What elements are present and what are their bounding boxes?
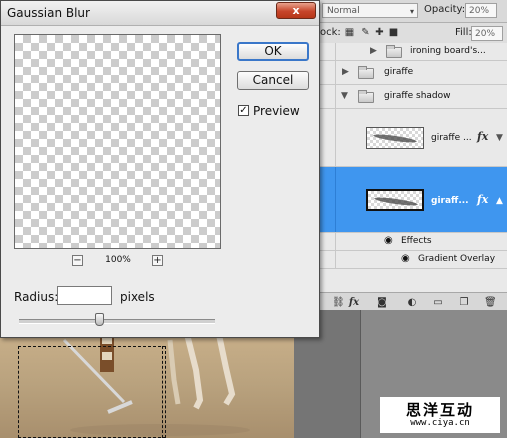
layer-name: ironing board's...: [410, 46, 486, 56]
cancel-button[interactable]: Cancel: [237, 71, 309, 90]
watermark-title: 思洋互动: [405, 401, 474, 419]
opacity-label: Opacity:: [424, 4, 466, 15]
fill-label: Fill:: [455, 27, 472, 38]
layer-row-ironing-board[interactable]: ▶ ironing board's...: [318, 43, 507, 61]
folder-icon: [358, 66, 374, 79]
visibility-toggle[interactable]: [318, 61, 336, 84]
lock-label: ock:: [320, 27, 341, 38]
collapse-triangle-icon[interactable]: ▼: [341, 91, 348, 101]
lock-brush-icon[interactable]: ✎: [360, 27, 371, 38]
gaussian-blur-dialog: Gaussian Blur x − 100% + OK Cancel ✓ Pre…: [0, 0, 320, 338]
lock-all-icon[interactable]: ■: [388, 27, 399, 38]
folder-icon: [358, 90, 374, 103]
preview-checkbox[interactable]: ✓: [238, 105, 249, 116]
layer-name: giraff...: [431, 196, 469, 206]
radius-slider-thumb[interactable]: [94, 313, 104, 326]
layer-name: giraffe shadow: [384, 91, 451, 101]
expand-triangle-icon[interactable]: ▶: [342, 67, 349, 77]
radius-label: Radius:: [14, 290, 59, 304]
zoom-out-button[interactable]: −: [72, 255, 83, 266]
visibility-toggle[interactable]: [318, 251, 336, 268]
blend-mode-value: Normal: [327, 6, 360, 16]
fx-icon[interactable]: fx: [477, 193, 488, 206]
zoom-in-button[interactable]: +: [152, 255, 163, 266]
layers-empty-space: [318, 269, 507, 292]
fill-field[interactable]: 20%: [471, 26, 503, 41]
mask-icon[interactable]: ◙: [376, 297, 388, 309]
selection-marquee-edge: [162, 346, 164, 438]
effects-toggle-icon[interactable]: ▲: [496, 196, 503, 206]
radius-input[interactable]: [57, 286, 112, 305]
blend-mode-select[interactable]: Normal ▾: [322, 3, 418, 18]
preview-area[interactable]: [14, 34, 221, 249]
visibility-toggle[interactable]: [318, 85, 336, 108]
layer-row-giraffe-shadow[interactable]: ▼ giraffe shadow: [318, 85, 507, 109]
layer-name: giraffe: [384, 67, 414, 77]
visibility-toggle[interactable]: [318, 109, 336, 166]
lock-transparency-icon[interactable]: ▦: [344, 27, 355, 38]
layer-name: giraffe ...: [431, 133, 472, 143]
chevron-down-icon: ▾: [409, 7, 414, 16]
eye-icon[interactable]: ◉: [384, 235, 393, 246]
watermark-url: www.ciya.cn: [410, 418, 470, 428]
eye-icon[interactable]: ◉: [401, 253, 410, 264]
link-icon[interactable]: ⛓: [332, 297, 345, 309]
layer-options-bar: Normal ▾ Opacity: 20%: [318, 0, 507, 23]
layer-row-giraffe-copy[interactable]: giraffe ... fx ▼: [318, 109, 507, 167]
visibility-toggle[interactable]: [318, 167, 336, 232]
visibility-toggle[interactable]: [318, 233, 336, 250]
expand-triangle-icon[interactable]: ▶: [370, 46, 377, 56]
new-layer-icon[interactable]: ❐: [458, 297, 470, 309]
layer-row-giraffe[interactable]: ▶ giraffe: [318, 61, 507, 85]
effects-label: Effects: [401, 236, 432, 246]
new-group-icon[interactable]: ▭: [432, 297, 444, 309]
radius-slider-track[interactable]: [19, 319, 215, 324]
visibility-toggle[interactable]: [318, 43, 336, 60]
trash-icon[interactable]: 🗑: [484, 297, 497, 309]
dialog-title: Gaussian Blur: [7, 6, 90, 20]
lock-bar: ock: ▦ ✎ ✚ ■ Fill: 20%: [318, 23, 507, 44]
selection-marquee: [18, 346, 166, 438]
close-button[interactable]: x: [276, 2, 316, 19]
opacity-field[interactable]: 20%: [465, 3, 497, 18]
fx-icon[interactable]: fx: [477, 130, 488, 143]
effect-name: Gradient Overlay: [418, 254, 496, 264]
watermark: 思洋互动 www.ciya.cn: [380, 397, 500, 433]
effects-toggle-icon[interactable]: ▼: [496, 133, 503, 143]
zoom-level: 100%: [105, 255, 131, 265]
fx-icon[interactable]: fx: [348, 297, 360, 309]
layer-row-giraffe-selected[interactable]: giraff... fx ▲: [318, 167, 507, 233]
folder-icon: [386, 45, 402, 58]
dialog-titlebar[interactable]: Gaussian Blur x: [1, 1, 319, 26]
ok-button[interactable]: OK: [237, 42, 309, 61]
adjustment-icon[interactable]: ◐: [406, 297, 418, 309]
layer-thumbnail: [366, 189, 424, 211]
gradient-overlay-row[interactable]: ◉ Gradient Overlay: [318, 251, 507, 269]
preview-label: Preview: [253, 104, 300, 118]
layer-thumbnail: [366, 127, 424, 149]
effects-row[interactable]: ◉ Effects: [318, 233, 507, 251]
radius-unit: pixels: [120, 290, 155, 304]
lock-move-icon[interactable]: ✚: [374, 27, 385, 38]
close-icon: x: [292, 4, 300, 17]
